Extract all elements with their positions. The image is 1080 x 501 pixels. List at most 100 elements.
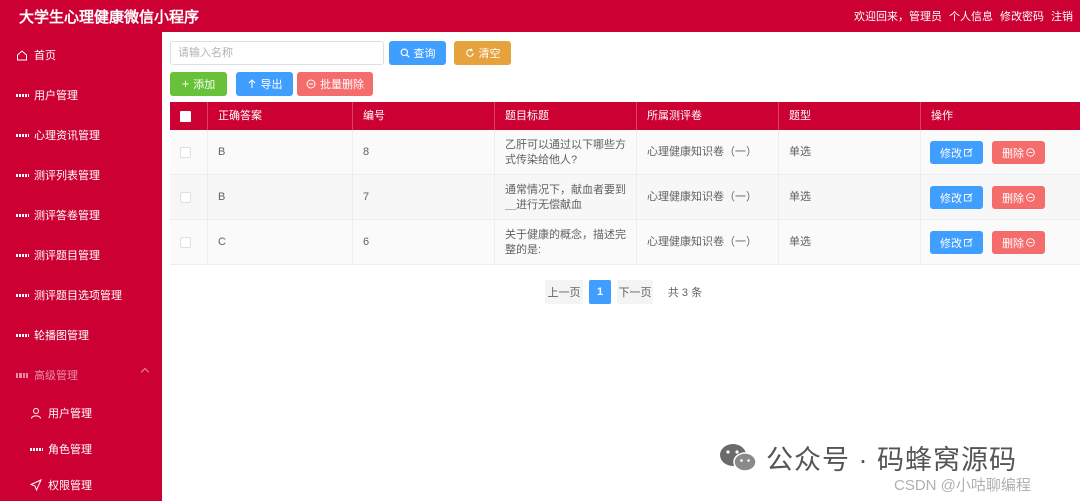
total-count: 共 3 条	[667, 287, 703, 299]
row-checkbox[interactable]	[180, 147, 191, 158]
search-input[interactable]	[170, 41, 384, 65]
paper-cell: 心理健康知识卷（一）	[637, 130, 779, 175]
row-select-cell	[170, 175, 208, 220]
column-header-title[interactable]: 题目标题	[495, 102, 637, 130]
send-icon	[30, 479, 42, 491]
table-row: C 6 关于健康的概念，描述完整的是: 心理健康知识卷（一） 单选 修改 删除	[170, 220, 1080, 265]
sidebar-item-question-options[interactable]: 测评题目选项管理	[0, 275, 162, 315]
answer-cell: B	[208, 175, 353, 220]
grid-icon	[16, 369, 28, 381]
export-label: 导出	[260, 79, 283, 91]
export-button[interactable]: 导出	[236, 72, 293, 96]
batch-delete-button[interactable]: 批量删除	[297, 72, 373, 96]
row-select-cell	[170, 220, 208, 265]
watermark: 公众号 · 码蜂窝源码	[718, 438, 1017, 477]
next-page-button[interactable]: 下一页	[617, 280, 653, 304]
search-icon	[400, 48, 410, 58]
plus-icon: +	[181, 76, 190, 91]
sidebar-item-label: 测评题目管理	[34, 250, 100, 262]
sidebar-item-questions[interactable]: 测评题目管理	[0, 235, 162, 275]
select-all-cell	[170, 102, 208, 130]
title-cell: 关于健康的概念，描述完整的是:	[495, 220, 637, 265]
grid-icon	[16, 209, 28, 221]
edit-button[interactable]: 修改	[930, 231, 983, 254]
grid-icon	[16, 89, 28, 101]
refresh-icon	[465, 48, 474, 57]
id-cell: 7	[353, 175, 495, 220]
sidebar-item-answer-sheets[interactable]: 测评答卷管理	[0, 195, 162, 235]
top-bar: 大学生心理健康微信小程序 欢迎回来，管理员 个人信息 修改密码 注销	[0, 0, 1080, 32]
sidebar-item-label: 测评列表管理	[34, 170, 100, 182]
grid-icon	[30, 443, 42, 455]
add-button[interactable]: + 添加	[170, 72, 227, 96]
sidebar-item-users[interactable]: 用户管理	[0, 75, 162, 115]
clear-button[interactable]: 清空	[454, 41, 511, 65]
sidebar-subitem-permissions[interactable]: 权限管理	[0, 467, 162, 501]
query-label: 查询	[413, 48, 436, 60]
row-select-cell	[170, 130, 208, 175]
logout-link[interactable]: 注销	[1051, 8, 1073, 24]
sidebar-group-advanced[interactable]: 高级管理	[0, 355, 162, 395]
edit-icon	[964, 148, 973, 157]
sidebar-item-label: 轮播图管理	[34, 330, 89, 342]
top-right-menu: 欢迎回来，管理员 个人信息 修改密码 注销	[854, 8, 1073, 24]
home-icon	[16, 49, 28, 61]
sidebar-item-news[interactable]: 心理资讯管理	[0, 115, 162, 155]
minus-circle-icon	[1026, 193, 1035, 202]
minus-circle-icon	[1026, 148, 1035, 157]
select-all-checkbox[interactable]	[180, 110, 191, 122]
query-button[interactable]: 查询	[389, 41, 446, 65]
user-icon	[30, 407, 42, 419]
delete-label: 删除	[1002, 192, 1024, 205]
arrow-up-icon	[248, 79, 255, 88]
answer-cell: B	[208, 130, 353, 175]
delete-button[interactable]: 删除	[992, 186, 1045, 209]
watermark-text: 公众号 · 码蜂窝源码	[766, 445, 1017, 475]
edit-button[interactable]: 修改	[930, 141, 983, 164]
edit-button[interactable]: 修改	[930, 186, 983, 209]
sidebar-item-label: 角色管理	[48, 444, 92, 456]
grid-icon	[16, 129, 28, 141]
table-row: B 8 乙肝可以通过以下哪些方式传染给他人? 心理健康知识卷（一） 单选 修改 …	[170, 130, 1080, 175]
row-checkbox[interactable]	[180, 237, 191, 248]
welcome-text: 欢迎回来，管理员	[854, 11, 942, 23]
profile-link[interactable]: 个人信息	[949, 8, 993, 24]
sidebar-subitem-roles[interactable]: 角色管理	[0, 431, 162, 467]
chevron-up-icon	[140, 367, 150, 377]
edit-icon	[964, 193, 973, 202]
delete-label: 删除	[1002, 237, 1024, 250]
sidebar-item-home[interactable]: 首页	[0, 35, 162, 75]
grid-icon	[16, 249, 28, 261]
title-cell: 通常情况下，献血者要到＿进行无偿献血	[495, 175, 637, 220]
delete-button[interactable]: 删除	[992, 231, 1045, 254]
change-password-link[interactable]: 修改密码	[1000, 8, 1044, 24]
grid-icon	[16, 329, 28, 341]
sidebar-item-label: 测评答卷管理	[34, 210, 100, 222]
csdn-watermark: CSDN @小咕聊编程	[894, 477, 1031, 494]
sidebar: 首页 用户管理 心理资讯管理 测评列表管理 测评答卷管理 测评题目管理 测评题目…	[0, 32, 162, 501]
edit-label: 修改	[940, 237, 962, 250]
sidebar-item-label: 测评题目选项管理	[34, 290, 122, 302]
column-header-id[interactable]: 编号	[353, 102, 495, 130]
column-header-paper[interactable]: 所属测评卷	[637, 102, 779, 130]
page-number-button[interactable]: 1	[589, 280, 611, 304]
sidebar-item-carousel[interactable]: 轮播图管理	[0, 315, 162, 355]
grid-icon	[16, 169, 28, 181]
delete-button[interactable]: 删除	[992, 141, 1045, 164]
column-header-type[interactable]: 题型	[779, 102, 921, 130]
id-cell: 8	[353, 130, 495, 175]
minus-circle-icon	[306, 79, 316, 89]
table-header: 正确答案 编号 题目标题 所属测评卷 题型 操作	[170, 102, 1080, 130]
column-header-answer[interactable]: 正确答案	[208, 102, 353, 130]
sidebar-item-test-list[interactable]: 测评列表管理	[0, 155, 162, 195]
grid-icon	[16, 289, 28, 301]
sidebar-item-label: 权限管理	[48, 480, 92, 492]
sidebar-item-label: 高级管理	[34, 370, 78, 382]
sidebar-subitem-users[interactable]: 用户管理	[0, 395, 162, 431]
row-checkbox[interactable]	[180, 192, 191, 203]
prev-page-button[interactable]: 上一页	[545, 280, 583, 304]
paper-cell: 心理健康知识卷（一）	[637, 175, 779, 220]
sidebar-item-label: 心理资讯管理	[34, 130, 100, 142]
wechat-logo-icon	[718, 442, 758, 474]
type-cell: 单选	[779, 130, 921, 175]
